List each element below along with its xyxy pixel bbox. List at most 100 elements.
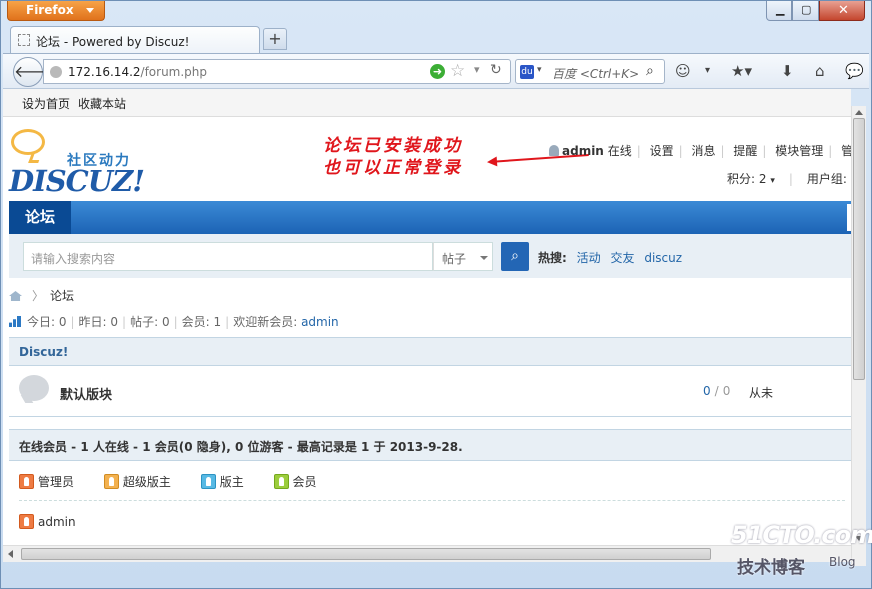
page-favicon-icon (18, 34, 30, 46)
hot-term-activity[interactable]: 活动 (577, 251, 601, 265)
annotation-text: 论坛已安装成功 也可以正常登录 (323, 135, 463, 179)
bookmarks-menu-icon[interactable]: ★▾ (731, 62, 752, 80)
horizontal-scroll-thumb[interactable] (21, 548, 711, 560)
module-manage-link[interactable]: 模块管理 (775, 144, 823, 158)
hot-label: 热搜: (538, 251, 567, 265)
addon-dropdown-icon[interactable]: ▾ (705, 65, 710, 76)
super-moderator-icon (103, 474, 119, 489)
chevron-right-icon: 〉 (32, 289, 45, 303)
online-legend: 管理员 超级版主 版主 会员 (19, 473, 343, 490)
set-home-link[interactable]: 设为首页 (22, 95, 70, 112)
online-status[interactable]: 在线 (608, 144, 632, 158)
notifications-link[interactable]: 提醒 (733, 144, 757, 158)
bookmark-star-icon[interactable]: ☆ (450, 61, 465, 81)
maximize-icon: ▢ (801, 3, 812, 16)
top-links-bar: 设为首页 收藏本站 (3, 89, 851, 117)
search-type-label: 帖子 (442, 252, 467, 266)
user-icon (549, 145, 559, 156)
close-icon: ✕ (838, 3, 849, 18)
main-nav: 论坛 (9, 201, 851, 234)
search-placeholder: 百度 <Ctrl+K> (552, 67, 640, 81)
nav-item-forum[interactable]: 论坛 (9, 201, 71, 234)
category-title[interactable]: Discuz! (19, 345, 68, 359)
horizontal-scrollbar[interactable] (3, 545, 851, 562)
web-search-box[interactable]: du ▾ 百度 <Ctrl+K> ⌕ (515, 59, 665, 84)
moderator-icon (200, 474, 216, 489)
chat-icon[interactable]: 💬 (845, 62, 864, 80)
legend-member: 会员 (273, 473, 317, 490)
scroll-left-icon[interactable] (8, 550, 13, 558)
search-icon[interactable]: ⌕ (646, 63, 654, 79)
forum-threads: 0 (703, 384, 711, 398)
baidu-icon[interactable]: du (520, 65, 534, 79)
navigation-toolbar: 🡐 172.16.14.2/forum.php ➜ ☆ ▾ ↻ du ▾ 百度 … (3, 53, 869, 89)
hot-term-friends[interactable]: 交友 (610, 251, 634, 265)
forum-search-button[interactable]: ⌕ (501, 242, 529, 271)
category-header: Discuz! (9, 337, 851, 366)
welcome-label: 欢迎新会员: (233, 315, 298, 329)
watermark: 51CTO.com 技术博客 Blog (731, 521, 872, 578)
addon-icon[interactable]: ☺ (675, 62, 691, 80)
url-text: 172.16.14.2/forum.php (68, 65, 207, 79)
minimize-icon: ▁ (776, 3, 785, 16)
history-dropdown-icon[interactable]: ▾ (474, 63, 480, 76)
vertical-scroll-thumb[interactable] (853, 118, 865, 380)
maximize-button[interactable]: ▢ (792, 1, 819, 21)
firefox-menu-button[interactable]: Firefox (7, 1, 105, 21)
admin-user-icon (19, 474, 34, 489)
credits-link[interactable]: 积分: 2 (727, 172, 767, 186)
divider (19, 500, 845, 501)
legend-super-mod-label: 超级版主 (122, 475, 171, 489)
usergroup-label[interactable]: 用户组: (807, 172, 847, 186)
search-icon: ⌕ (511, 248, 519, 264)
engine-dropdown-icon[interactable]: ▾ (537, 65, 542, 75)
annotation-line-2: 也可以正常登录 (323, 158, 463, 178)
stat-posts: 帖子: 0 (130, 315, 170, 329)
hot-term-discuz[interactable]: discuz (644, 251, 682, 265)
watermark-site: 51CTO.com (731, 521, 872, 549)
forum-counts: 0/0 (703, 384, 731, 398)
forum-posts: 0 (722, 384, 731, 398)
back-button[interactable]: 🡐 (13, 57, 57, 87)
username-link[interactable]: admin (562, 144, 604, 158)
close-window-button[interactable]: ✕ (819, 1, 865, 21)
breadcrumb-forum[interactable]: 论坛 (50, 289, 74, 303)
firefox-menu-label: Firefox (26, 3, 74, 17)
chevron-down-icon[interactable]: ▾ (770, 176, 775, 186)
logo-text[interactable]: DISCUZ! (9, 164, 145, 198)
add-favorite-link[interactable]: 收藏本站 (78, 95, 126, 112)
messages-link[interactable]: 消息 (691, 144, 715, 158)
legend-admin-label: 管理员 (38, 475, 75, 489)
search-type-select[interactable]: 帖子 (433, 242, 493, 271)
minimize-button[interactable]: ▁ (766, 1, 792, 21)
settings-link[interactable]: 设置 (650, 144, 674, 158)
downloads-icon[interactable]: ⬇ (781, 62, 794, 80)
browser-tab[interactable]: 论坛 - Powered by Discuz! (10, 26, 260, 53)
scroll-up-icon[interactable] (855, 110, 863, 115)
vertical-scrollbar[interactable] (851, 106, 866, 566)
reload-icon[interactable]: ↻ (490, 62, 502, 78)
forum-search-input[interactable]: 请输入搜索内容 (23, 242, 433, 271)
online-user-name[interactable]: admin (38, 515, 76, 529)
logo-bubble-tail (28, 153, 42, 163)
stats-chart-icon[interactable] (9, 316, 21, 327)
go-icon[interactable]: ➜ (430, 64, 445, 79)
site-header: 社区动力 DISCUZ! 论坛已安装成功 也可以正常登录 admin 在线 | 设… (3, 117, 851, 201)
watermark-blog: Blog (829, 555, 856, 569)
admin-user-icon (19, 514, 34, 529)
legend-mod-label: 版主 (219, 475, 244, 489)
new-tab-button[interactable]: + (263, 28, 287, 50)
home-icon[interactable] (9, 291, 22, 301)
forum-bubble-icon (19, 375, 49, 401)
forum-name[interactable]: 默认版块 (60, 384, 112, 403)
address-bar[interactable]: 172.16.14.2/forum.php ➜ ☆ ▾ ↻ (43, 59, 511, 84)
home-icon[interactable]: ⌂ (815, 62, 825, 80)
tab-title: 论坛 - Powered by Discuz! (36, 35, 190, 49)
admin-center-link[interactable]: 管理中 (841, 144, 851, 158)
new-member-link[interactable]: admin (301, 315, 339, 329)
annotation-line-1: 论坛已安装成功 (323, 136, 463, 156)
online-summary[interactable]: 在线会员 - 1 人在线 - 1 会员(0 隐身), 0 位游客 - 最高记录是… (19, 438, 463, 455)
legend-mod: 版主 (200, 473, 244, 490)
page-content: 社区动力 DISCUZ! 论坛已安装成功 也可以正常登录 admin 在线 | 设… (3, 117, 851, 545)
forum-search-bar: 请输入搜索内容 帖子 ⌕ 热搜: 活动 交友 discuz (9, 234, 851, 278)
